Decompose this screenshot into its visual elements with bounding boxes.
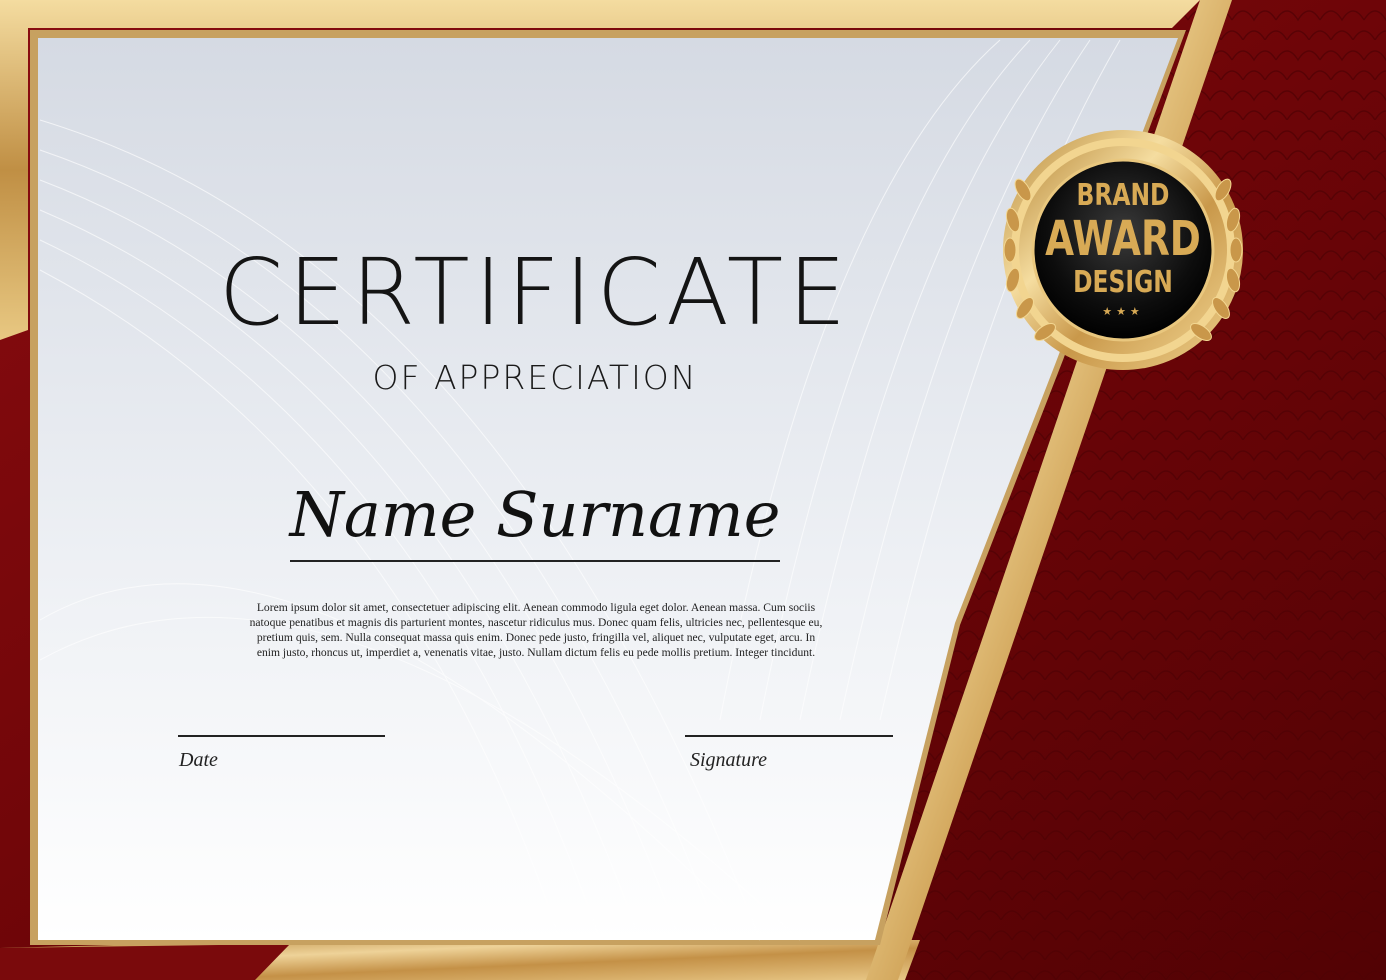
signature-label: Signature bbox=[690, 749, 768, 771]
recipient-name: Name Surname bbox=[289, 478, 781, 551]
signature-line bbox=[685, 735, 893, 737]
badge-line-award: AWARD bbox=[1045, 211, 1201, 267]
certificate-body-text: Lorem ipsum dolor sit amet, consectetuer… bbox=[249, 601, 823, 659]
badge-line-design: DESIGN bbox=[1073, 265, 1173, 300]
badge-stars-icon: ★★★ bbox=[1102, 305, 1144, 318]
certificate-title: CERTIFICATE bbox=[218, 239, 852, 346]
certificate: CERTIFICATE OF APPRECIATION Name Surname… bbox=[0, 0, 1386, 980]
certificate-subtitle: OF APPRECIATION bbox=[372, 358, 698, 397]
badge-line-brand: BRAND bbox=[1076, 178, 1170, 213]
name-underline bbox=[290, 560, 780, 562]
date-label: Date bbox=[179, 749, 218, 771]
award-badge: BRAND AWARD DESIGN ★★★ bbox=[1000, 128, 1246, 374]
date-line bbox=[178, 735, 385, 737]
